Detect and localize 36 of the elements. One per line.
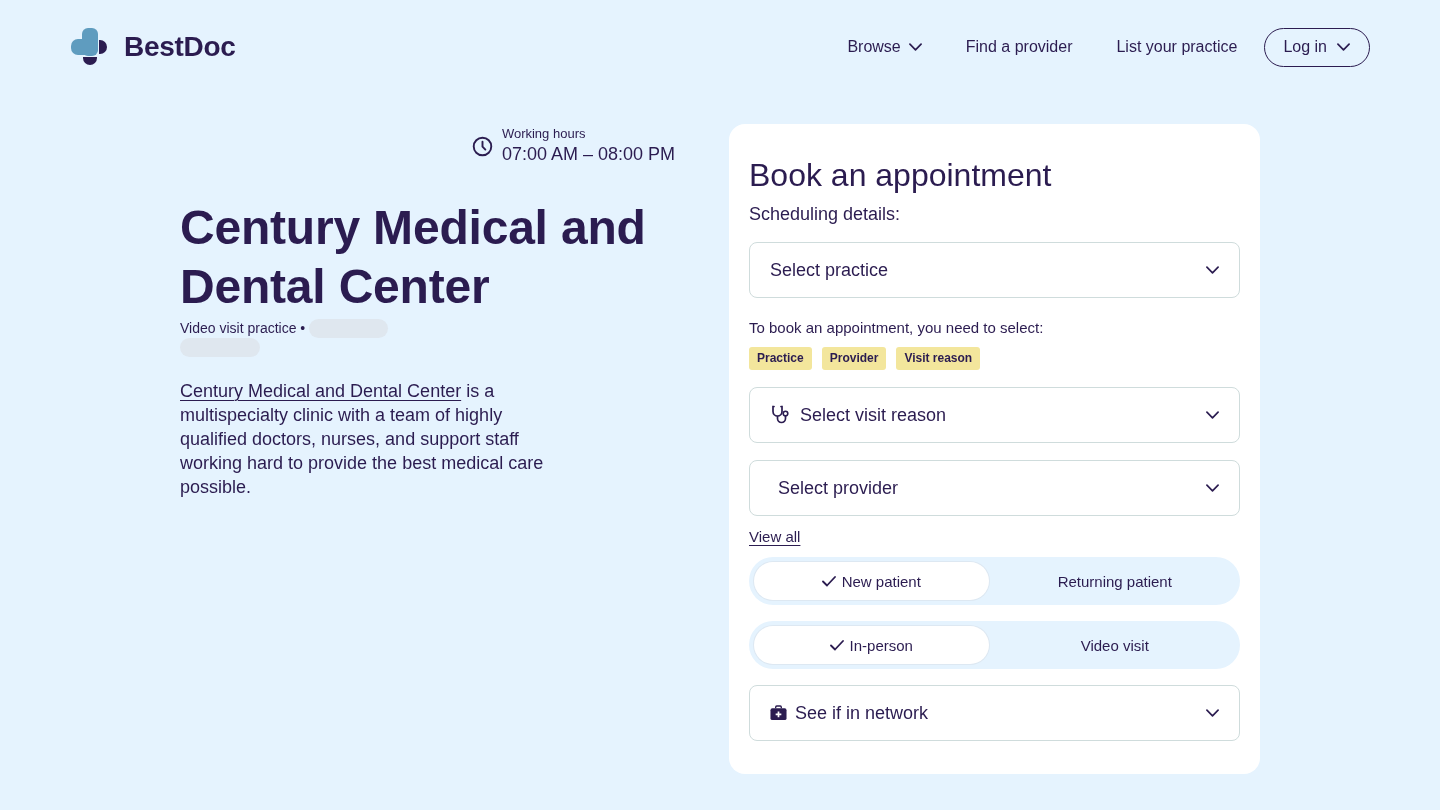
chevron-down-icon	[1337, 43, 1350, 51]
toggle-option[interactable]: Video visit	[994, 626, 1235, 664]
chevron-down-icon	[1206, 709, 1219, 717]
toggle-option[interactable]: Returning patient	[994, 562, 1235, 600]
toggle-option[interactable]: In-person	[754, 626, 989, 664]
view-all-link[interactable]: View all	[749, 527, 801, 547]
check-icon	[821, 575, 836, 587]
provider-select[interactable]: Select provider	[749, 460, 1240, 516]
required-tag: Visit reason	[896, 347, 981, 370]
nav-link[interactable]: Browse	[847, 38, 922, 56]
visit-reason-select[interactable]: Select visit reason	[749, 387, 1240, 443]
network-select[interactable]: See if in network	[749, 685, 1240, 741]
logo-text[interactable]: BestDoc	[124, 31, 236, 63]
toggle-option[interactable]: New patient	[754, 562, 989, 600]
chevron-down-icon	[1206, 484, 1219, 492]
clock-icon	[471, 135, 493, 157]
practice-link[interactable]: Century Medical and Dental Center	[180, 381, 462, 401]
required-tag: Provider	[821, 347, 887, 370]
nav-link[interactable]: List your practice	[1116, 38, 1238, 56]
chevron-down-icon	[1206, 411, 1219, 419]
booking-title: Book an appointment	[749, 156, 1053, 195]
logo-icon[interactable]	[70, 27, 110, 67]
check-icon	[829, 639, 844, 651]
working-hours-label: Working hours	[501, 126, 587, 142]
practice-select[interactable]: Select practice	[749, 242, 1240, 298]
required-tag: Practice	[749, 347, 812, 370]
practice-type: Video visit practice •	[180, 319, 306, 338]
practice-name: Century Medical and Dental Center	[180, 200, 647, 315]
description-text: Century Medical and Dental Center is a multispecialty clinic with a team of highly qualified doctors, nurses, and support staff working hard to provide the best medical care possible.	[180, 380, 545, 499]
chevron-down-icon	[1206, 266, 1219, 274]
stethoscope-icon	[770, 405, 790, 425]
nav-link[interactable]: Find a provider	[965, 38, 1073, 56]
working-hours-value: 07:00 AM – 08:00 PM	[501, 143, 675, 166]
requirement-note: To book an appointment, you need to select:	[749, 318, 1045, 338]
medical-kit-icon	[770, 705, 787, 721]
scheduling-label: Scheduling details:	[749, 203, 902, 226]
